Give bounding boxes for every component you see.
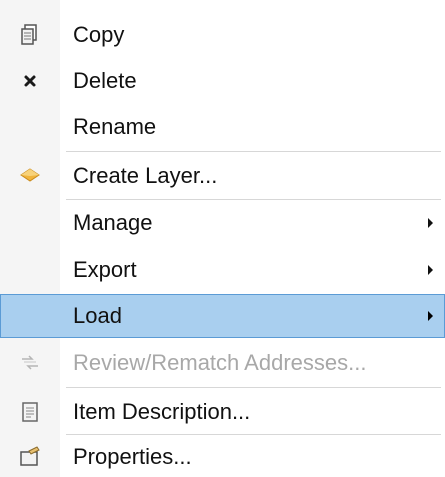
submenu-arrow-icon [428, 311, 433, 321]
context-menu: Copy Delete Rename Create Layer... Manag… [0, 0, 445, 477]
menu-item-properties[interactable]: Properties... [0, 436, 445, 477]
menu-item-create-layer[interactable]: Create Layer... [0, 153, 445, 199]
properties-icon [18, 445, 42, 469]
menu-item-label: Load [73, 303, 122, 328]
menu-item-label: Delete [73, 68, 137, 93]
copy-icon [18, 23, 42, 47]
item-description-icon [18, 400, 42, 424]
delete-x-icon [18, 69, 42, 93]
menu-separator [66, 387, 441, 388]
menu-item-label: Rename [73, 114, 157, 139]
menu-item-export[interactable]: Export [0, 247, 445, 293]
menu-item-manage[interactable]: Manage [0, 200, 445, 246]
submenu-arrow-icon [428, 218, 433, 228]
menu-item-label: Manage [73, 210, 153, 235]
menu-item-copy[interactable]: Copy [0, 12, 445, 58]
menu-item-review-rematch-addresses: Review/Rematch Addresses... [0, 340, 445, 386]
menu-item-rename[interactable]: Rename [0, 104, 445, 150]
menu-item-delete[interactable]: Delete [0, 58, 445, 104]
menu-separator [66, 434, 441, 435]
menu-item-label: Copy [73, 22, 125, 47]
menu-item-label: Review/Rematch Addresses... [73, 350, 367, 375]
menu-item-label: Properties... [73, 444, 192, 469]
menu-item-item-description[interactable]: Item Description... [0, 389, 445, 435]
submenu-arrow-icon [428, 265, 433, 275]
menu-item-load[interactable]: Load [0, 294, 445, 338]
menu-item-label: Export [73, 257, 137, 282]
layer-diamond-icon [18, 164, 42, 188]
menu-separator [66, 151, 441, 152]
menu-item-label: Create Layer... [73, 163, 218, 188]
rematch-addresses-icon [18, 351, 42, 375]
menu-item-label: Item Description... [73, 399, 251, 424]
